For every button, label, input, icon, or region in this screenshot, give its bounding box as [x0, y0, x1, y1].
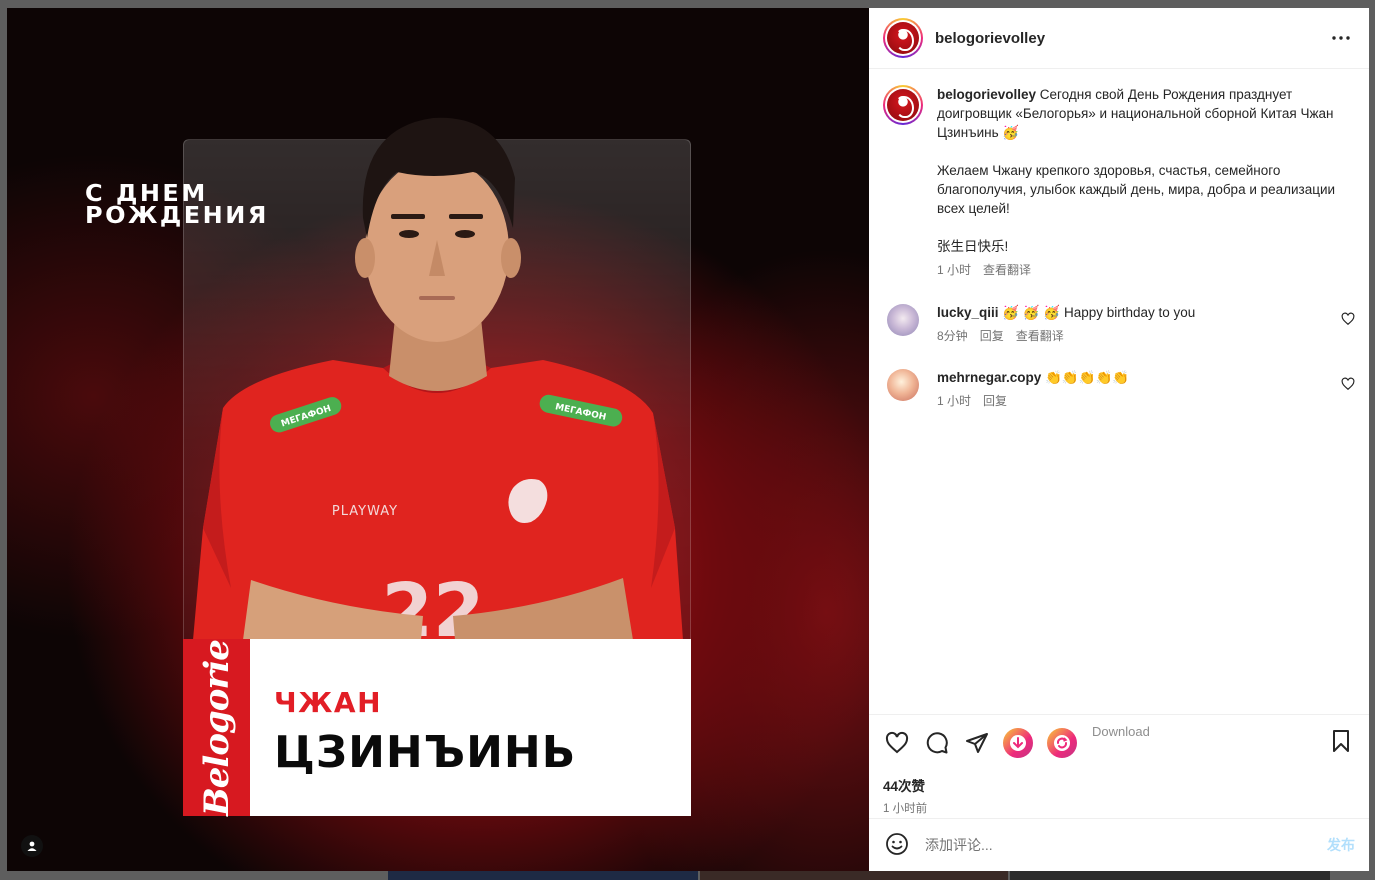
- header-username-link[interactable]: belogorievolley: [935, 30, 1327, 47]
- caption-time: 1 小时: [937, 263, 972, 277]
- comment-username-link[interactable]: lucky_qiii: [937, 305, 999, 320]
- avatar[interactable]: [883, 18, 923, 58]
- post-side-panel: belogorievolley belogorievolley Сегодня …: [869, 8, 1369, 871]
- comment-input[interactable]: [925, 837, 1327, 853]
- repost-extension-icon[interactable]: [1047, 728, 1077, 758]
- profile-picture: [887, 22, 919, 54]
- caption-username-link[interactable]: belogorievolley: [937, 87, 1036, 102]
- download-extension-icon[interactable]: [1003, 728, 1033, 758]
- post-timestamp: 1 小时前: [883, 803, 928, 815]
- post-comment-button[interactable]: 发布: [1327, 835, 1355, 855]
- comment-text: 👏👏👏👏👏: [1041, 370, 1130, 385]
- avatar[interactable]: [887, 369, 919, 401]
- see-translation-link[interactable]: 查看翻译: [983, 261, 1031, 280]
- post-image[interactable]: С ДНЕМ РОЖДЕНИЯ МЕГАФОН МЕГАФОН PLAYWAY …: [7, 8, 869, 871]
- likes-count[interactable]: 44次赞: [883, 775, 1355, 795]
- add-comment-bar: 发布: [869, 818, 1369, 871]
- post-caption: belogorievolley Сегодня свой День Рожден…: [883, 85, 1355, 280]
- reply-link[interactable]: 回复: [983, 392, 1007, 410]
- jersey-brand: PLAYWAY: [332, 504, 398, 519]
- heart-icon[interactable]: [1341, 377, 1355, 391]
- player-last-name: ЦЗИНЪИНЬ: [274, 727, 577, 778]
- comment-time: 8分钟: [937, 329, 968, 343]
- tagged-users-icon[interactable]: [21, 835, 43, 857]
- bookmark-icon[interactable]: [1329, 729, 1355, 755]
- comment-text: 🥳 🥳 🥳 Happy birthday to you: [998, 305, 1196, 320]
- heart-icon[interactable]: [1341, 312, 1355, 326]
- post-actions: Download 44次赞 1 小时前: [869, 714, 1369, 818]
- caption-text-3: 张生日快乐!: [937, 239, 1009, 254]
- name-plate: Belogorie ЧЖАН ЦЗИНЪИНЬ: [183, 639, 691, 816]
- profile-picture: [887, 89, 919, 121]
- list-item: lucky_qiii 🥳 🥳 🥳 Happy birthday to you 8…: [883, 304, 1355, 345]
- post-modal: С ДНЕМ РОЖДЕНИЯ МЕГАФОН МЕГАФОН PLAYWAY …: [7, 8, 1369, 871]
- more-options-icon[interactable]: [1327, 24, 1355, 52]
- club-logo-strip: Belogorie: [183, 639, 250, 816]
- backdrop-strip: [1010, 870, 1330, 880]
- like-heart-icon[interactable]: [883, 729, 911, 757]
- see-translation-link[interactable]: 查看翻译: [1016, 327, 1064, 345]
- backdrop-strip: [700, 870, 1008, 880]
- share-paper-plane-icon[interactable]: [963, 729, 991, 757]
- backdrop-strip: [388, 870, 698, 880]
- club-logo: Belogorie: [196, 639, 237, 816]
- comment-time: 1 小时: [937, 394, 972, 408]
- comment-bubble-icon[interactable]: [923, 729, 951, 757]
- download-button[interactable]: Download: [1092, 724, 1150, 739]
- list-item: mehrnegar.copy 👏👏👏👏👏 1 小时 回复: [883, 369, 1355, 410]
- comment-username-link[interactable]: mehrnegar.copy: [937, 370, 1041, 385]
- comments-list[interactable]: belogorievolley Сегодня свой День Рожден…: [869, 69, 1369, 714]
- caption-text-2: Желаем Чжану крепкого здоровья, счастья,…: [937, 163, 1336, 216]
- player-photo: МЕГАФОН МЕГАФОН PLAYWAY 22: [183, 68, 691, 640]
- reply-link[interactable]: 回复: [980, 327, 1004, 345]
- emoji-icon[interactable]: [885, 832, 911, 858]
- avatar[interactable]: [887, 304, 919, 336]
- player-first-name: ЧЖАН: [274, 686, 383, 719]
- caption-avatar[interactable]: [883, 85, 923, 125]
- post-header: belogorievolley: [869, 8, 1369, 69]
